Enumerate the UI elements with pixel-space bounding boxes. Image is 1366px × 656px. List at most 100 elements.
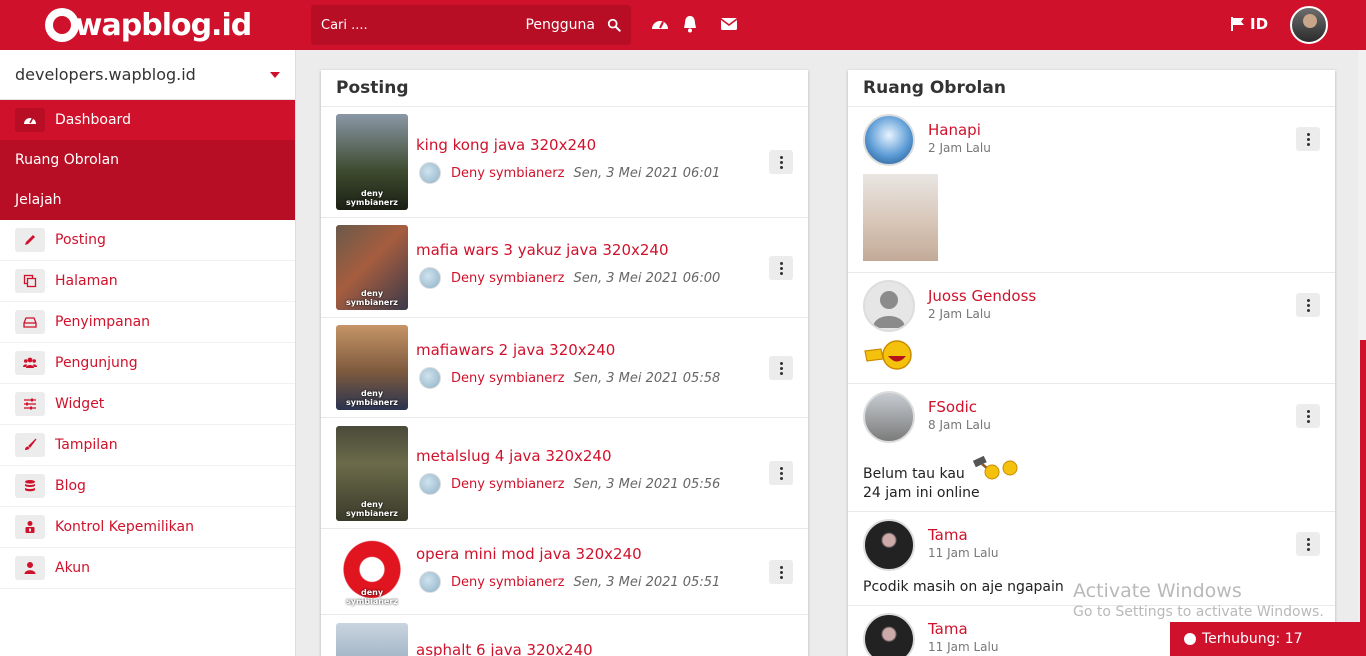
post-author-link[interactable]: Deny symbianerz xyxy=(451,371,564,386)
chat-user-avatar[interactable] xyxy=(863,519,915,571)
chat-message-text: 24 jam ini online xyxy=(863,485,980,501)
post-title-link[interactable]: mafiawars 2 java 320x240 xyxy=(416,341,615,359)
post-author-link[interactable]: Deny symbianerz xyxy=(451,271,564,286)
chat-user-name[interactable]: Hanapi xyxy=(928,121,981,139)
post-author-link[interactable]: Deny symbianerz xyxy=(451,477,564,492)
post-thumbnail[interactable]: deny symbianerz xyxy=(336,225,408,310)
laughing-emoji-icon xyxy=(864,340,912,370)
post-item[interactable]: asphalt 6 java 320x240 xyxy=(321,615,808,656)
chat-options-button[interactable] xyxy=(1296,127,1320,151)
post-thumbnail[interactable] xyxy=(336,623,408,656)
post-thumbnail[interactable]: deny symbianerz xyxy=(336,426,408,521)
post-item[interactable]: deny symbianerz opera mini mod java 320x… xyxy=(321,529,808,615)
search-icon[interactable] xyxy=(607,18,621,32)
chat-user-name[interactable]: Juoss Gendoss xyxy=(928,287,1036,305)
online-users-button[interactable]: Terhubung: 17 xyxy=(1170,622,1360,656)
thumbnail-caption: deny symbianerz xyxy=(346,289,398,307)
post-meta: Deny symbianerz Sen, 3 Mei 2021 06:01 xyxy=(419,162,720,184)
post-options-button[interactable] xyxy=(769,256,793,280)
copy-icon xyxy=(15,269,45,293)
chat-time: 11 Jam Lalu xyxy=(928,546,999,560)
post-title-link[interactable]: king kong java 320x240 xyxy=(416,136,596,154)
bell-icon[interactable] xyxy=(681,15,699,33)
chat-message: Hanapi 2 Jam Lalu xyxy=(848,107,1335,273)
sidebar-item-blog[interactable]: Blog xyxy=(0,466,295,507)
mail-icon[interactable] xyxy=(720,15,738,33)
post-options-button[interactable] xyxy=(769,356,793,380)
post-options-button[interactable] xyxy=(769,461,793,485)
sidebar-item-label: Kontrol Kepemilikan xyxy=(55,519,194,535)
chat-image[interactable] xyxy=(863,174,938,261)
sidebar: developers.wapblog.id Dashboard Ruang Ob… xyxy=(0,50,296,656)
author-avatar[interactable] xyxy=(419,571,441,593)
post-thumbnail[interactable]: deny symbianerz xyxy=(336,325,408,410)
post-title-link[interactable]: metalslug 4 java 320x240 xyxy=(416,447,612,465)
post-date: Sen, 3 Mei 2021 05:51 xyxy=(573,574,721,590)
sidebar-item-jelajah[interactable]: Jelajah xyxy=(0,180,295,220)
sidebar-item-label: Posting xyxy=(55,232,106,248)
sidebar-item-dashboard[interactable]: Dashboard xyxy=(0,100,295,140)
post-thumbnail[interactable]: deny symbianerz xyxy=(336,114,408,210)
sidebar-item-akun[interactable]: Akun xyxy=(0,548,295,589)
language-selector[interactable]: ID xyxy=(1230,15,1268,33)
users-icon xyxy=(15,351,45,375)
search-input[interactable] xyxy=(321,17,511,33)
chat-user-avatar[interactable] xyxy=(863,613,915,656)
chat-message: Juoss Gendoss 2 Jam Lalu xyxy=(848,273,1335,384)
sidebar-item-halaman[interactable]: Halaman xyxy=(0,261,295,302)
page-scrollbar-thumb[interactable] xyxy=(1360,340,1366,656)
post-options-button[interactable] xyxy=(769,150,793,174)
post-author-link[interactable]: Deny symbianerz xyxy=(451,575,564,590)
author-avatar[interactable] xyxy=(419,267,441,289)
author-avatar[interactable] xyxy=(419,473,441,495)
user-avatar[interactable] xyxy=(1290,6,1328,44)
default-avatar-icon[interactable] xyxy=(863,280,915,332)
post-options-button[interactable] xyxy=(769,560,793,584)
post-meta: Deny symbianerz Sen, 3 Mei 2021 05:51 xyxy=(419,571,720,593)
chat-user-name[interactable]: FSodic xyxy=(928,398,977,416)
post-title-link[interactable]: mafia wars 3 yakuz java 320x240 xyxy=(416,241,669,259)
chat-options-button[interactable] xyxy=(1296,532,1320,556)
online-users-label: Terhubung: 17 xyxy=(1202,631,1303,647)
logo[interactable]: wapblog.id xyxy=(0,0,296,50)
chat-options-button[interactable] xyxy=(1296,293,1320,317)
thumbnail-caption: deny symbianerz xyxy=(346,189,398,207)
sidebar-item-label: Pengunjung xyxy=(55,355,138,371)
post-thumbnail[interactable]: deny symbianerz xyxy=(336,537,408,609)
sidebar-item-widget[interactable]: Widget xyxy=(0,384,295,425)
post-title-link[interactable]: opera mini mod java 320x240 xyxy=(416,545,642,563)
post-meta: Deny symbianerz Sen, 3 Mei 2021 06:00 xyxy=(419,267,720,289)
search-type-selector[interactable]: Pengguna xyxy=(525,17,595,33)
post-meta: Deny symbianerz Sen, 3 Mei 2021 05:58 xyxy=(419,367,720,389)
sidebar-item-kontrol-kepemilikan[interactable]: Kontrol Kepemilikan xyxy=(0,507,295,548)
author-avatar[interactable] xyxy=(419,367,441,389)
sidebar-item-ruang-obrolan[interactable]: Ruang Obrolan xyxy=(0,140,295,180)
post-item[interactable]: deny symbianerz mafia wars 3 yakuz java … xyxy=(321,218,808,318)
author-avatar[interactable] xyxy=(419,162,441,184)
chat-user-name[interactable]: Tama xyxy=(928,620,968,638)
watermark-title: Activate Windows xyxy=(1073,580,1242,602)
chat-user-name[interactable]: Tama xyxy=(928,526,968,544)
dashboard-icon[interactable] xyxy=(651,15,669,33)
sidebar-item-penyimpanan[interactable]: Penyimpanan xyxy=(0,302,295,343)
chat-options-button[interactable] xyxy=(1296,404,1320,428)
post-item[interactable]: deny symbianerz king kong java 320x240 D… xyxy=(321,107,808,218)
post-author-link[interactable]: Deny symbianerz xyxy=(451,166,564,181)
post-title-link[interactable]: asphalt 6 java 320x240 xyxy=(416,641,593,656)
sidebar-item-label: Halaman xyxy=(55,273,118,289)
chat-user-avatar[interactable] xyxy=(863,114,915,166)
sidebar-item-label: Dashboard xyxy=(55,112,131,128)
brush-icon xyxy=(15,433,45,457)
chat-message-text: Pcodik masih on aje ngapain xyxy=(863,579,1064,595)
chat-time: 11 Jam Lalu xyxy=(928,640,999,654)
sidebar-item-posting[interactable]: Posting xyxy=(0,220,295,261)
sidebar-item-tampilan[interactable]: Tampilan xyxy=(0,425,295,466)
online-status-icon xyxy=(1184,633,1196,645)
post-item[interactable]: deny symbianerz metalslug 4 java 320x240… xyxy=(321,418,808,529)
sidebar-item-pengunjung[interactable]: Pengunjung xyxy=(0,343,295,384)
post-date: Sen, 3 Mei 2021 05:58 xyxy=(573,370,721,386)
site-selector[interactable]: developers.wapblog.id xyxy=(0,50,295,100)
thumbnail-caption: deny symbianerz xyxy=(346,389,398,407)
chat-user-avatar[interactable] xyxy=(863,391,915,443)
post-item[interactable]: deny symbianerz mafiawars 2 java 320x240… xyxy=(321,318,808,418)
